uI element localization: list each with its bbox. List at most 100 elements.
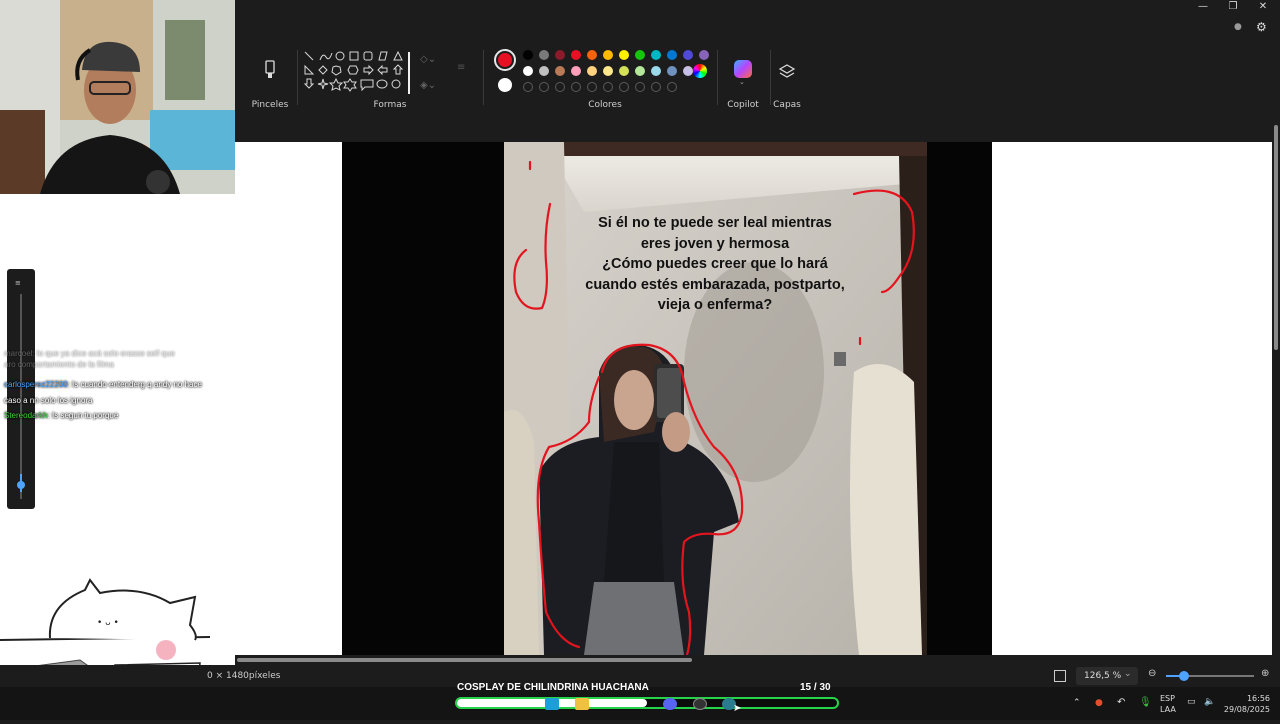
- custom-color-slot[interactable]: [603, 82, 613, 92]
- palette-swatch[interactable]: [651, 50, 661, 60]
- canvas-white-right[interactable]: [992, 142, 1272, 655]
- custom-color-slot[interactable]: [651, 82, 661, 92]
- zoom-value: 126,5 %: [1084, 671, 1122, 681]
- palette-swatch[interactable]: [683, 50, 693, 60]
- palette-swatch[interactable]: [523, 50, 533, 60]
- zoom-dropdown[interactable]: 126,5 % ⌄: [1076, 667, 1138, 685]
- palette-swatch[interactable]: [667, 50, 677, 60]
- custom-color-slot[interactable]: [523, 82, 533, 92]
- caption-line-4: cuando estés embarazada, postparto,: [585, 277, 844, 293]
- vertical-scroll-thumb[interactable]: [1274, 125, 1278, 350]
- stream-goal-count: 15 / 30: [800, 682, 831, 693]
- chat-text: : Is segun tu porque: [47, 411, 119, 420]
- tray-network-icon[interactable]: ▭: [1187, 697, 1199, 707]
- palette-swatch[interactable]: [555, 50, 565, 60]
- shapes-label: Formas: [373, 100, 407, 110]
- fill-dropdown-icon[interactable]: ◈⌄: [420, 80, 442, 92]
- color-palette: [523, 50, 709, 92]
- palette-swatch[interactable]: [587, 66, 597, 76]
- custom-color-slot[interactable]: [571, 82, 581, 92]
- fit-to-window-icon[interactable]: [1054, 670, 1066, 682]
- tray-microphone-icon[interactable]: 🎙: [1139, 697, 1152, 709]
- palette-swatch[interactable]: [587, 50, 597, 60]
- color-picker-wheel-icon[interactable]: [693, 64, 707, 78]
- palette-swatch[interactable]: [571, 50, 581, 60]
- outline-dropdown-icon[interactable]: ◇⌄: [420, 54, 442, 66]
- copilot-chevron-icon[interactable]: ⌄: [739, 78, 747, 86]
- custom-color-slot[interactable]: [667, 82, 677, 92]
- size-icon[interactable]: ≡: [457, 62, 471, 74]
- palette-swatch[interactable]: [619, 50, 629, 60]
- tray-volume-icon[interactable]: 🔈: [1204, 697, 1216, 707]
- custom-color-slot[interactable]: [635, 82, 645, 92]
- webcam-illustration: [0, 0, 235, 194]
- taskbar-discord-icon[interactable]: [663, 698, 677, 710]
- taskbar-explorer-icon[interactable]: [575, 698, 589, 710]
- chat-text: : Is cuando entenderg q andy no hace: [67, 380, 202, 389]
- custom-color-slot[interactable]: [587, 82, 597, 92]
- horizontal-scroll-thumb[interactable]: [237, 658, 692, 662]
- webcam-feed: [0, 0, 235, 194]
- ribbon-toolbar: ⌄ Pinceles: [235, 40, 1280, 115]
- horizontal-scrollbar[interactable]: [235, 655, 1272, 665]
- slider-lines-icon: ≡: [15, 279, 21, 287]
- palette-swatch[interactable]: [603, 66, 613, 76]
- palette-swatch[interactable]: [699, 50, 709, 60]
- brushes-label: Pinceles: [251, 100, 289, 110]
- copilot-icon[interactable]: [734, 60, 752, 78]
- tray-clock-date[interactable]: 29/08/2025: [1222, 705, 1270, 715]
- primary-color-button[interactable]: [494, 49, 516, 71]
- custom-color-slot[interactable]: [555, 82, 565, 92]
- shapes-scrollbar[interactable]: [408, 52, 410, 94]
- palette-swatch[interactable]: [603, 50, 613, 60]
- taskbar-app-icon[interactable]: [545, 698, 559, 710]
- palette-swatch[interactable]: [555, 66, 565, 76]
- shapes-gallery[interactable]: [303, 50, 408, 98]
- chat-faded-line: marcoel: lo que ya dice acá solo erasse …: [4, 349, 175, 358]
- close-button[interactable]: ✕: [1248, 0, 1278, 14]
- custom-color-slot[interactable]: [619, 82, 629, 92]
- tray-keyboard-layout[interactable]: LAA: [1160, 705, 1180, 714]
- palette-swatch[interactable]: [683, 66, 693, 76]
- tray-app-icon[interactable]: ●: [1095, 698, 1107, 708]
- tray-clock-time[interactable]: 16:56: [1222, 694, 1270, 704]
- separator: [717, 50, 718, 105]
- tray-overflow-chevron-icon[interactable]: ⌃: [1073, 698, 1083, 708]
- pasted-photo[interactable]: Si él no te puede ser leal mientras eres…: [504, 142, 927, 655]
- palette-swatch[interactable]: [539, 66, 549, 76]
- canvas-white-left[interactable]: [235, 142, 342, 655]
- palette-swatch[interactable]: [523, 66, 533, 76]
- zoom-out-icon[interactable]: ⊖: [1148, 668, 1160, 680]
- palette-swatch[interactable]: [539, 50, 549, 60]
- mouse-cursor-icon: ➤: [733, 703, 742, 714]
- brushes-button[interactable]: ⌄: [260, 58, 280, 90]
- settings-gear-icon[interactable]: ⚙: [1256, 20, 1270, 34]
- tray-language[interactable]: ESP: [1160, 694, 1180, 703]
- secondary-color-swatch[interactable]: [498, 78, 512, 92]
- separator: [770, 50, 771, 105]
- palette-swatch[interactable]: [635, 50, 645, 60]
- minimize-button[interactable]: —: [1188, 0, 1218, 14]
- custom-color-slot[interactable]: [539, 82, 549, 92]
- stream-goal-progress-bar: [455, 697, 839, 709]
- zoom-in-icon[interactable]: ⊕: [1261, 668, 1273, 680]
- slider-thumb[interactable]: [17, 481, 25, 489]
- palette-swatch[interactable]: [651, 66, 661, 76]
- maximize-button[interactable]: ❐: [1218, 0, 1248, 14]
- ribbon-subbar: [235, 115, 1280, 142]
- zoom-slider-thumb[interactable]: [1179, 671, 1189, 681]
- vertical-scrollbar[interactable]: [1272, 115, 1280, 665]
- palette-swatch[interactable]: [619, 66, 629, 76]
- layers-button[interactable]: [778, 64, 796, 80]
- palette-swatch[interactable]: [635, 66, 645, 76]
- tray-back-icon[interactable]: ↶: [1117, 697, 1127, 709]
- taskbar-browser-icon[interactable]: [693, 698, 707, 710]
- zoom-slider[interactable]: [1166, 671, 1254, 681]
- layers-label: Capas: [773, 100, 801, 110]
- palette-swatch[interactable]: [571, 66, 581, 76]
- account-icon[interactable]: ●: [1234, 22, 1246, 34]
- chat-faded-line: aro comportamiento de la filma: [4, 360, 114, 369]
- caption-line-5: vieja o enferma?: [658, 297, 773, 313]
- layers-icon: [778, 64, 796, 78]
- palette-swatch[interactable]: [667, 66, 677, 76]
